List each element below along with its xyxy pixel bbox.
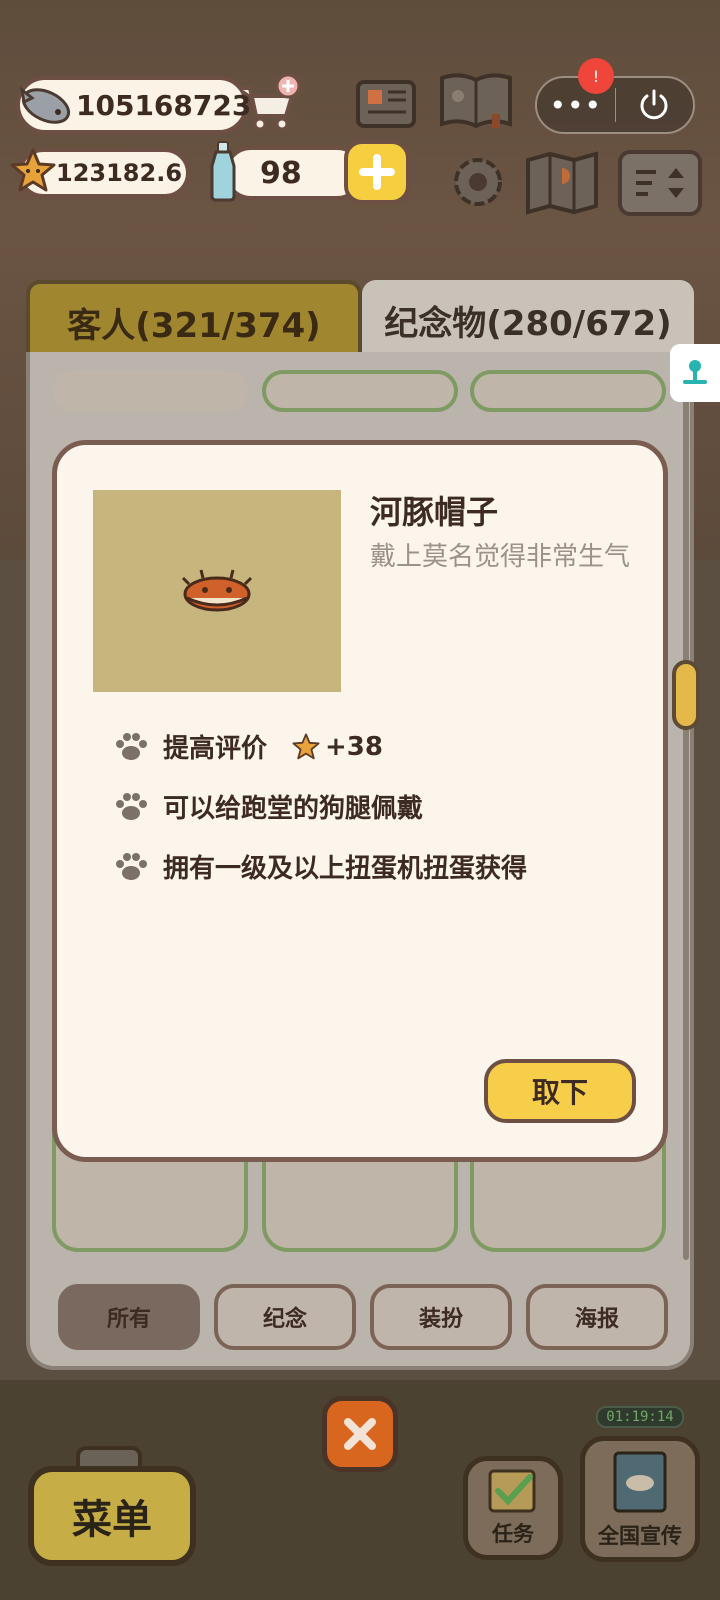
bonus-value: +38 <box>325 731 383 762</box>
plus-icon <box>359 154 395 190</box>
grid-cell[interactable] <box>470 370 666 412</box>
property-equip: 可以给跑堂的狗腿佩戴 <box>113 788 423 825</box>
grid-cell[interactable] <box>52 370 248 412</box>
sort-icon <box>636 168 684 198</box>
settings-gear-icon[interactable] <box>446 150 510 214</box>
tab-souvenirs[interactable]: 纪念物(280/672) <box>362 280 694 360</box>
close-icon <box>344 1418 376 1450</box>
bottle-count: 98 <box>260 155 302 191</box>
property-text: 提高评价 <box>163 734 268 764</box>
filter-poster[interactable]: 海报 <box>526 1284 668 1350</box>
item-description: 戴上莫名觉得非常生气 <box>370 542 631 572</box>
promo-label: 全国宣传 <box>598 1524 682 1548</box>
paw-icon <box>116 792 147 820</box>
guest-book-icon[interactable] <box>436 70 516 132</box>
item-detail-modal: 河豚帽子 戴上莫名觉得非常生气 提高评价 +38 可以给跑堂的狗腿佩戴 拥有一级… <box>52 440 668 1162</box>
cart-add-icon[interactable] <box>236 74 302 134</box>
tab-guests[interactable]: 客人(321/374) <box>26 280 362 360</box>
item-image <box>93 490 341 692</box>
bottle-icon <box>210 141 236 202</box>
star-icon <box>292 733 320 759</box>
paw-icon <box>116 852 147 880</box>
bottle-currency-pill: 98 <box>224 146 364 200</box>
fish-icon <box>19 86 71 124</box>
filter-all[interactable]: 所有 <box>58 1284 200 1350</box>
property-text: 拥有一级及以上扭蛋机扭蛋获得 <box>163 854 528 884</box>
mini-program-capsule: ••• <box>535 76 695 134</box>
more-button[interactable]: ••• <box>537 89 615 122</box>
power-icon <box>640 89 668 120</box>
filter-costume[interactable]: 装扮 <box>370 1284 512 1350</box>
rating-bonus: +38 <box>291 732 383 762</box>
close-button[interactable] <box>322 1396 398 1472</box>
checklist-icon <box>488 1469 536 1513</box>
promo-magazine-icon <box>613 1451 667 1513</box>
pufferfish-hat-icon <box>181 569 253 612</box>
star-icon <box>10 148 56 192</box>
task-label: 任务 <box>492 1522 534 1546</box>
scrollbar-thumb[interactable] <box>672 660 700 730</box>
location-pin-icon <box>683 360 707 384</box>
paw-icon <box>116 732 147 760</box>
newspaper-icon[interactable] <box>354 74 418 130</box>
remove-button[interactable]: 取下 <box>484 1059 636 1123</box>
property-source: 拥有一级及以上扭蛋机扭蛋获得 <box>113 848 527 885</box>
filter-souvenir[interactable]: 纪念 <box>214 1284 356 1350</box>
star-count: 123182.6 <box>56 159 183 187</box>
promo-timer: 01:19:14 <box>596 1406 684 1428</box>
add-currency-button[interactable] <box>344 140 410 204</box>
property-rating: 提高评价 +38 <box>113 728 383 765</box>
notification-badge: ! <box>578 58 614 94</box>
side-float-button[interactable] <box>670 344 720 402</box>
map-icon[interactable] <box>524 150 600 216</box>
grid-cell[interactable] <box>262 370 458 412</box>
item-title: 河豚帽子 <box>370 493 499 531</box>
fish-count: 105168723 <box>76 88 252 122</box>
exit-button[interactable] <box>616 88 694 122</box>
menu-button[interactable]: 菜单 <box>28 1466 196 1566</box>
sort-button[interactable] <box>618 150 702 216</box>
property-text: 可以给跑堂的狗腿佩戴 <box>163 794 424 824</box>
scrollbar-track[interactable] <box>683 380 689 1260</box>
